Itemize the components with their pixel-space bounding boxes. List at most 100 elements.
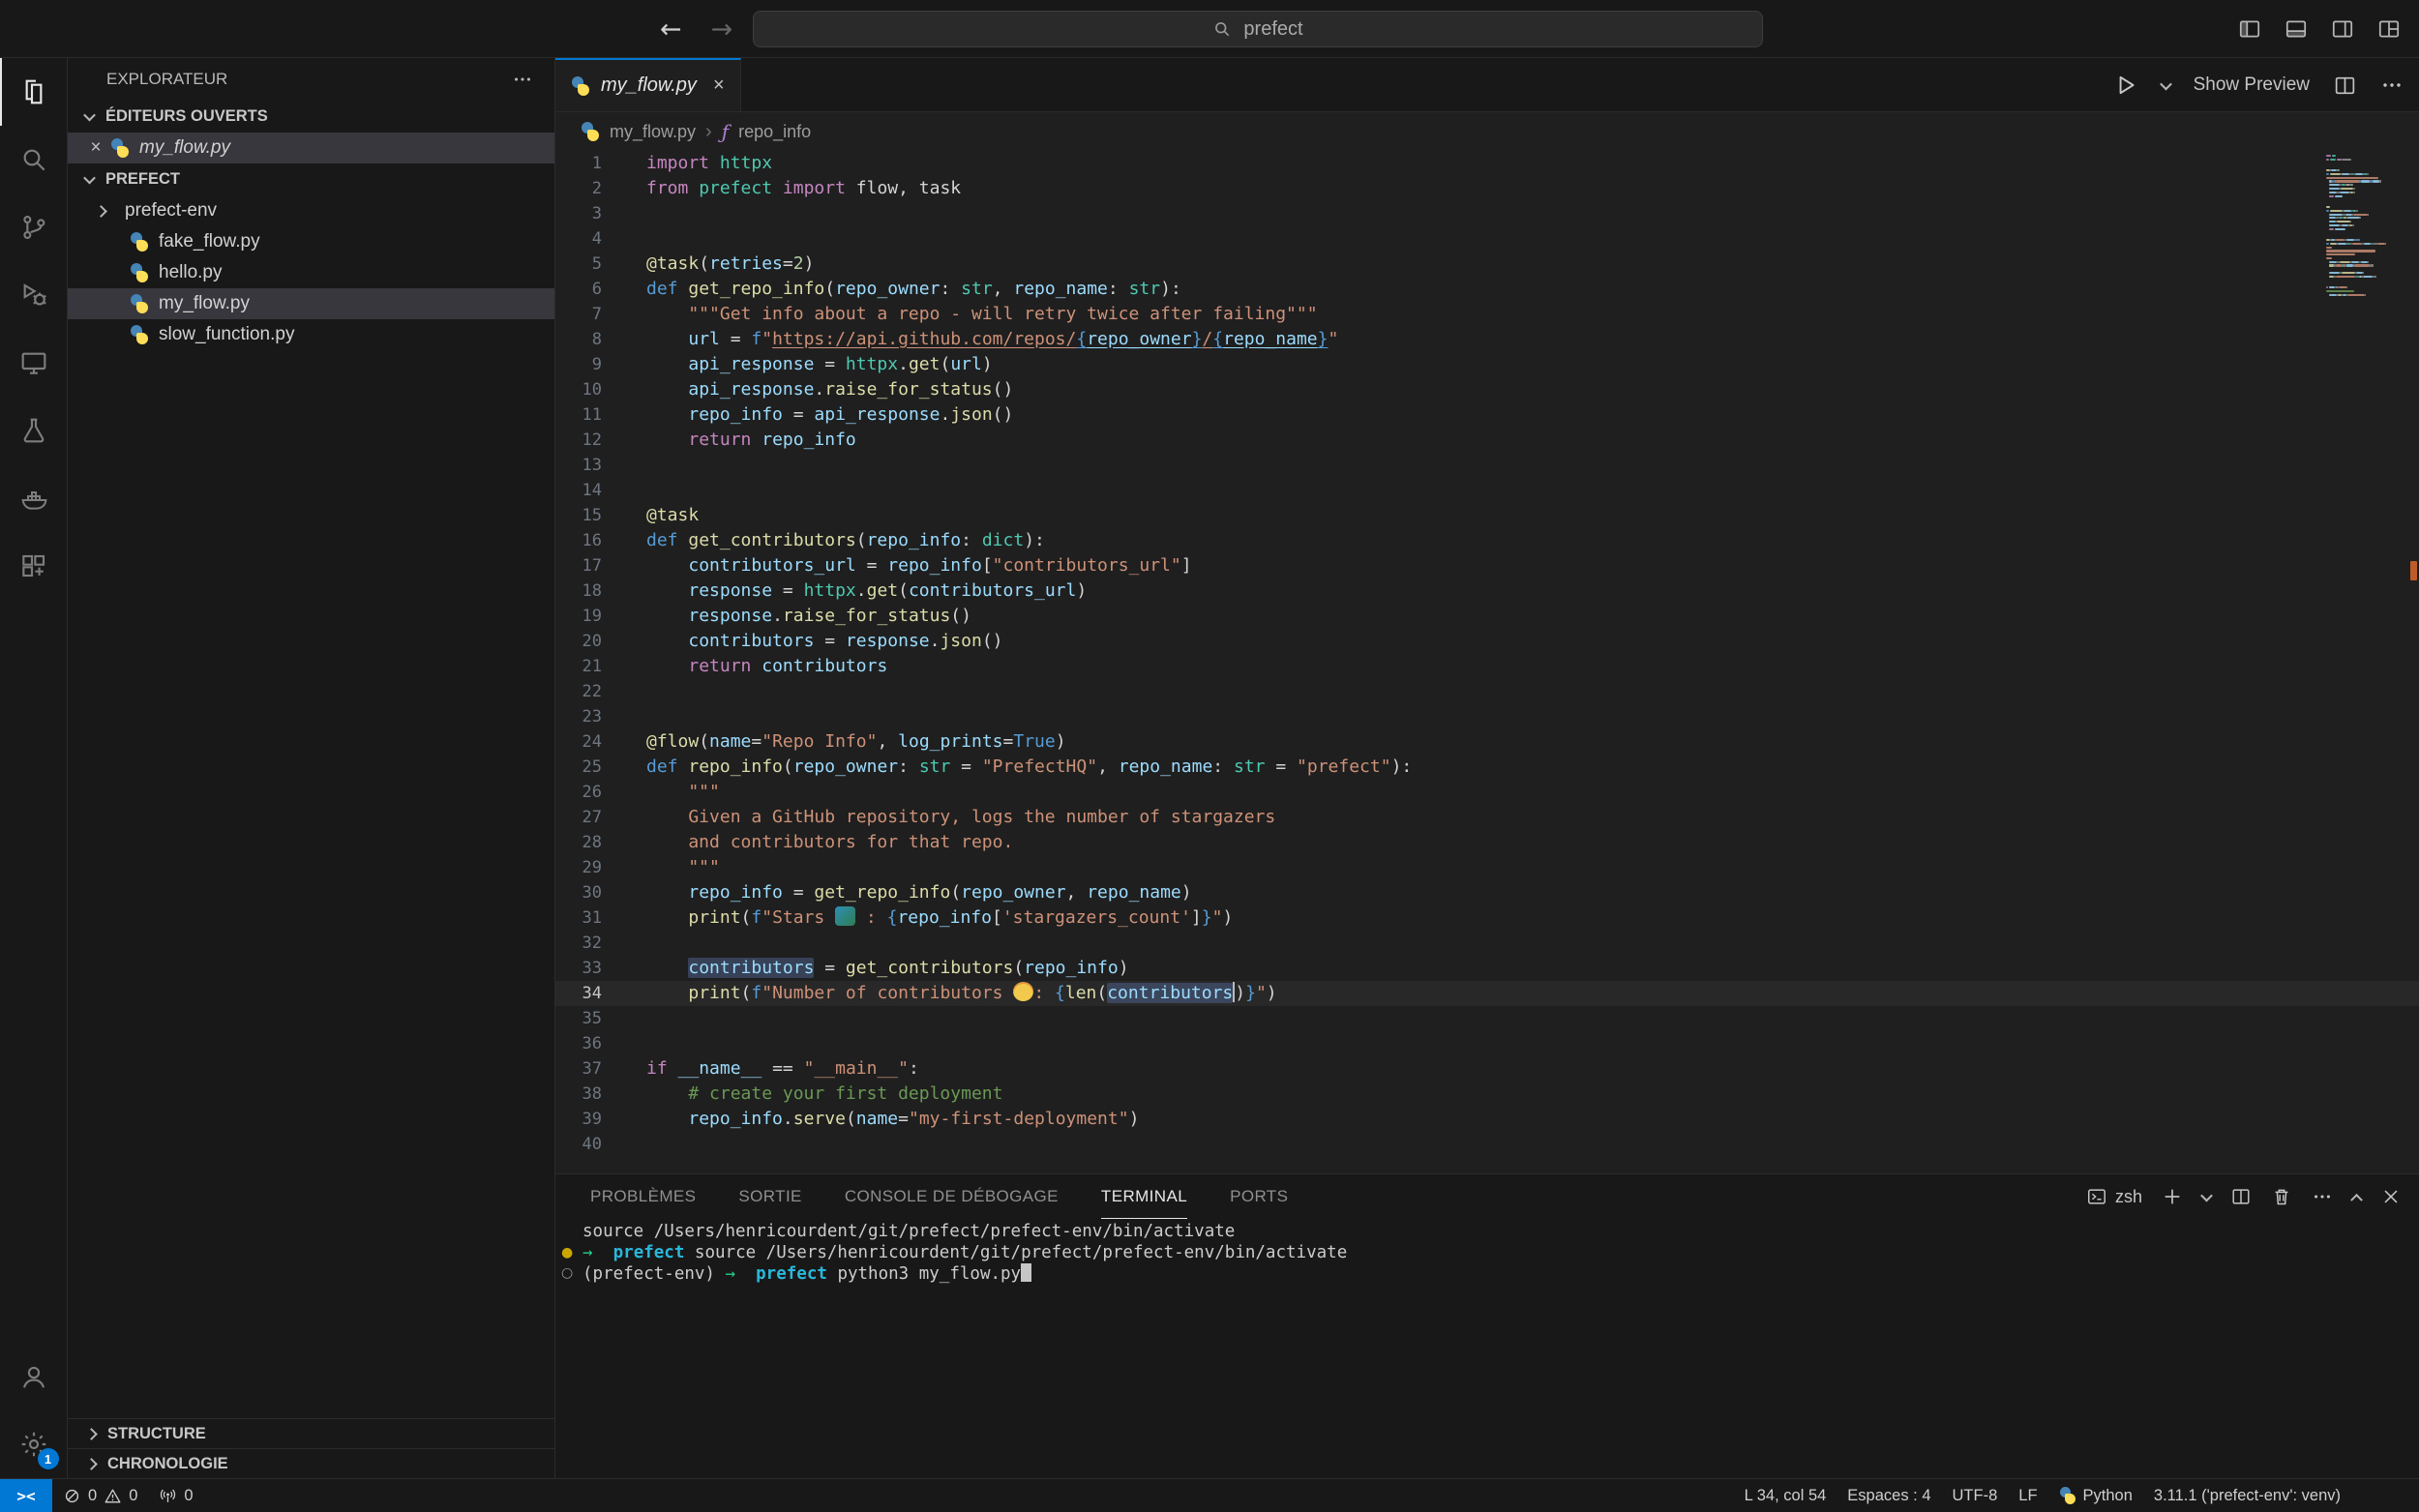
code-line[interactable]: 11 repo_info = api_response.json() <box>555 402 2419 428</box>
eol-status[interactable]: LF <box>2008 1487 2047 1505</box>
code-line[interactable]: 5@task(retries=2) <box>555 252 2419 277</box>
command-center[interactable]: prefect <box>753 11 1763 47</box>
run-debug-icon[interactable] <box>0 261 68 329</box>
indentation-status[interactable]: Espaces : 4 <box>1837 1487 1941 1505</box>
code-line[interactable]: 40 <box>555 1132 2419 1157</box>
trash-icon[interactable] <box>2271 1186 2292 1207</box>
open-editor-item[interactable]: my_flow.py <box>68 133 554 163</box>
code-line[interactable]: 25def repo_info(repo_owner: str = "Prefe… <box>555 755 2419 780</box>
encoding-status[interactable]: UTF-8 <box>1942 1487 2009 1505</box>
code-line[interactable]: 32 <box>555 931 2419 956</box>
section-open-editors[interactable]: ÉDITEURS OUVERTS <box>68 101 554 133</box>
section-project[interactable]: PREFECT <box>68 163 554 195</box>
tab-my-flow[interactable]: my_flow.py <box>555 58 741 111</box>
back-arrow-icon[interactable]: ← <box>660 15 682 44</box>
problems-status[interactable]: 0 0 <box>52 1479 148 1512</box>
cursor-position[interactable]: L 34, col 54 <box>1734 1487 1837 1505</box>
terminal-dropdown-icon[interactable] <box>2200 1189 2213 1201</box>
code-line[interactable]: 14 <box>555 478 2419 503</box>
code-line[interactable]: 22 <box>555 679 2419 704</box>
close-icon[interactable] <box>81 137 110 159</box>
forward-arrow-icon[interactable]: → <box>711 15 733 44</box>
minimap[interactable] <box>2326 155 2398 301</box>
code-lines[interactable]: 1import httpx2from prefect import flow, … <box>555 151 2419 1173</box>
run-dropdown-icon[interactable] <box>2160 77 2172 90</box>
code-line[interactable]: 30 repo_info = get_repo_info(repo_owner,… <box>555 880 2419 905</box>
file-item-my-flow[interactable]: my_flow.py <box>68 288 554 319</box>
code-line[interactable]: 33 contributors = get_contributors(repo_… <box>555 956 2419 981</box>
code-line[interactable]: 31 print(f"Stars 🌠 : {repo_info['stargaz… <box>555 905 2419 931</box>
code-line[interactable]: 23 <box>555 704 2419 729</box>
source-control-icon[interactable] <box>0 193 68 261</box>
file-item-hello[interactable]: hello.py <box>68 257 554 288</box>
remote-indicator[interactable]: >< <box>0 1479 52 1512</box>
account-icon[interactable] <box>0 1343 68 1410</box>
close-panel-icon[interactable] <box>2380 1186 2402 1207</box>
code-line[interactable]: 3 <box>555 201 2419 226</box>
code-line[interactable]: 13 <box>555 453 2419 478</box>
file-item-fake-flow[interactable]: fake_flow.py <box>68 226 554 257</box>
language-mode[interactable]: Python <box>2048 1487 2143 1505</box>
testing-icon[interactable] <box>0 397 68 464</box>
code-line[interactable]: 20 contributors = response.json() <box>555 629 2419 654</box>
code-line[interactable]: 38 # create your first deployment <box>555 1082 2419 1107</box>
python-interpreter[interactable]: 3.11.1 ('prefect-env': venv) <box>2143 1487 2351 1505</box>
code-line[interactable]: 21 return contributors <box>555 654 2419 679</box>
code-line[interactable]: 18 response = httpx.get(contributors_url… <box>555 578 2419 604</box>
terminal-content[interactable]: source /Users/henricourdent/git/prefect/… <box>555 1222 2419 1478</box>
maximize-panel-icon[interactable] <box>2350 1193 2363 1205</box>
folder-item-prefect-env[interactable]: prefect-env <box>68 195 554 226</box>
show-preview-button[interactable]: Show Preview <box>2194 74 2310 96</box>
code-line[interactable]: 4 <box>555 226 2419 252</box>
breadcrumb-symbol[interactable]: repo_info <box>738 122 811 142</box>
toggle-panel-icon[interactable] <box>2284 16 2309 42</box>
code-line[interactable]: 39 repo_info.serve(name="my-first-deploy… <box>555 1107 2419 1132</box>
code-line[interactable]: 8 url = f"https://api.github.com/repos/{… <box>555 327 2419 352</box>
code-line[interactable]: 9 api_response = httpx.get(url) <box>555 352 2419 377</box>
file-item-slow-function[interactable]: slow_function.py <box>68 319 554 350</box>
code-line[interactable]: 19 response.raise_for_status() <box>555 604 2419 629</box>
run-icon[interactable] <box>2113 73 2138 98</box>
code-line[interactable]: 24@flow(name="Repo Info", log_prints=Tru… <box>555 729 2419 755</box>
tab-output[interactable]: SORTIE <box>738 1174 801 1219</box>
gear-icon[interactable]: 1 <box>0 1410 68 1478</box>
toggle-sidebar-right-icon[interactable] <box>2330 16 2355 42</box>
code-line[interactable]: 28 and contributors for that repo. <box>555 830 2419 855</box>
code-line[interactable]: 16def get_contributors(repo_info: dict): <box>555 528 2419 553</box>
code-line[interactable]: 2from prefect import flow, task <box>555 176 2419 201</box>
code-line[interactable]: 37if __name__ == "__main__": <box>555 1056 2419 1082</box>
explorer-actions-icon[interactable] <box>512 69 533 90</box>
ports-status[interactable]: 0 <box>148 1479 203 1512</box>
code-line[interactable]: 29 """ <box>555 855 2419 880</box>
tab-problems[interactable]: PROBLÈMES <box>590 1174 696 1219</box>
extensions-icon[interactable] <box>0 532 68 600</box>
section-structure[interactable]: STRUCTURE <box>68 1418 554 1448</box>
code-line[interactable]: 34 print(f"Number of contributors 👷: {le… <box>555 981 2419 1006</box>
tab-terminal[interactable]: TERMINAL <box>1101 1174 1187 1219</box>
breadcrumb-file[interactable]: my_flow.py <box>610 122 696 142</box>
command-decoration-icon[interactable]: ○ <box>561 1263 573 1285</box>
more-actions-icon[interactable] <box>2380 74 2404 97</box>
explorer-icon[interactable] <box>0 58 68 126</box>
code-line[interactable]: 6def get_repo_info(repo_owner: str, repo… <box>555 277 2419 302</box>
code-line[interactable]: 7 """Get info about a repo - will retry … <box>555 302 2419 327</box>
code-line[interactable]: 1import httpx <box>555 151 2419 176</box>
code-line[interactable]: 26 """ <box>555 780 2419 805</box>
code-line[interactable]: 15@task <box>555 503 2419 528</box>
code-line[interactable]: 10 api_response.raise_for_status() <box>555 377 2419 402</box>
panel-more-icon[interactable] <box>2312 1186 2333 1207</box>
remote-explorer-icon[interactable] <box>0 329 68 397</box>
split-editor-icon[interactable] <box>2333 74 2357 98</box>
search-sidebar-icon[interactable] <box>0 126 68 193</box>
shell-selector[interactable]: zsh <box>2086 1186 2142 1207</box>
code-line[interactable]: 35 <box>555 1006 2419 1031</box>
code-line[interactable]: 27 Given a GitHub repository, logs the n… <box>555 805 2419 830</box>
split-terminal-icon[interactable] <box>2230 1186 2252 1207</box>
code-line[interactable]: 36 <box>555 1031 2419 1056</box>
code-line[interactable]: 17 contributors_url = repo_info["contrib… <box>555 553 2419 578</box>
command-decoration-icon[interactable]: ● <box>561 1243 573 1264</box>
new-terminal-icon[interactable] <box>2162 1186 2183 1207</box>
toggle-sidebar-left-icon[interactable] <box>2237 16 2262 42</box>
docker-icon[interactable] <box>0 464 68 532</box>
section-timeline[interactable]: CHRONOLOGIE <box>68 1448 554 1478</box>
